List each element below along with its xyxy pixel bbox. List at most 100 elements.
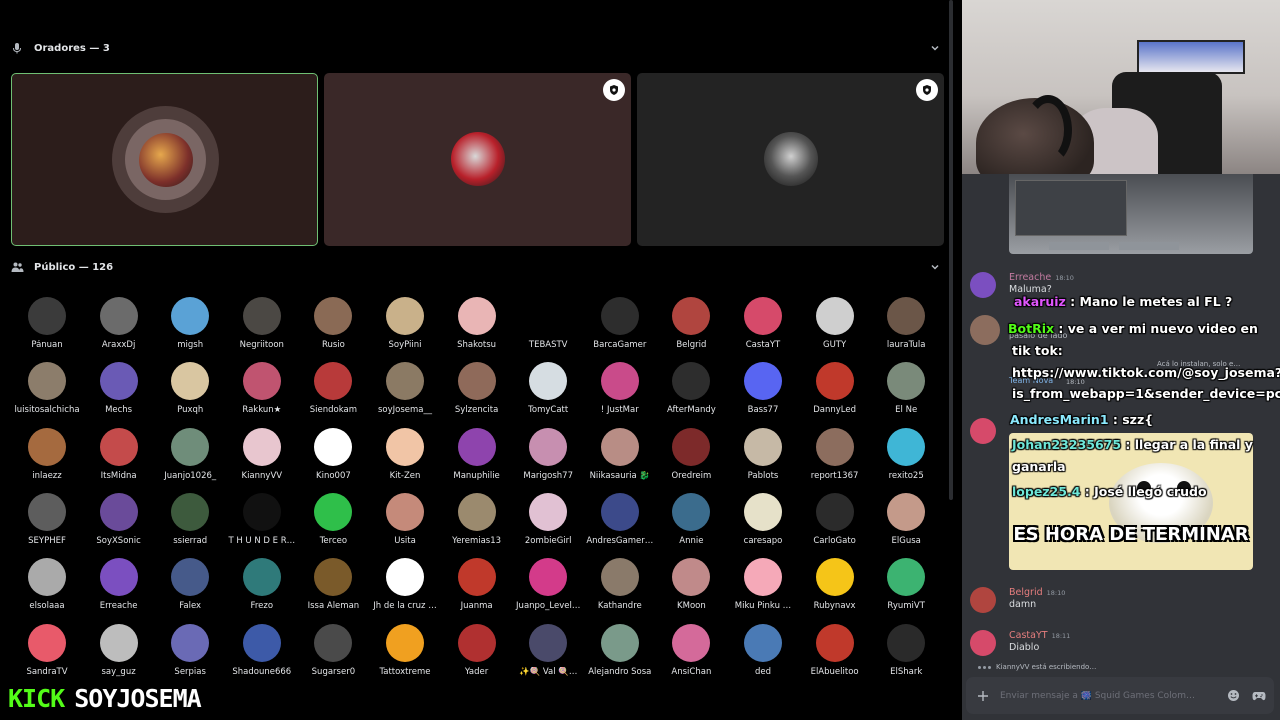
avatar[interactable]: [28, 623, 66, 662]
audience-member[interactable]: SoyPiini: [369, 297, 441, 350]
avatar[interactable]: [242, 427, 281, 466]
avatar[interactable]: [600, 427, 639, 466]
audience-member[interactable]: Shakotsu: [441, 297, 513, 350]
audience-member[interactable]: soyJosema__: [369, 362, 441, 415]
avatar[interactable]: [457, 492, 496, 531]
avatar[interactable]: [171, 427, 210, 466]
avatar[interactable]: [529, 362, 568, 401]
avatar[interactable]: [171, 623, 210, 662]
avatar[interactable]: [314, 623, 353, 662]
audience-member[interactable]: AraxxDj: [83, 297, 155, 350]
avatar[interactable]: [457, 558, 496, 597]
avatar[interactable]: [887, 297, 926, 335]
audience-member[interactable]: Pablots: [727, 427, 799, 481]
audience-member[interactable]: AnsiChan: [655, 623, 727, 677]
avatar[interactable]: [672, 427, 711, 466]
avatar[interactable]: [314, 427, 353, 466]
chevron-down-icon[interactable]: [929, 42, 941, 54]
avatar[interactable]: [887, 558, 926, 597]
audience-member[interactable]: Niikasauria 🐉: [584, 427, 656, 481]
avatar[interactable]: [457, 427, 496, 466]
avatar[interactable]: [672, 362, 711, 401]
audience-member[interactable]: Kathandre: [584, 558, 656, 611]
audience-member[interactable]: Jh de la cruz …: [369, 558, 441, 611]
audience-member[interactable]: TomyCatt: [512, 362, 584, 415]
chevron-down-icon[interactable]: [929, 261, 941, 273]
avatar[interactable]: [457, 362, 496, 401]
avatar[interactable]: [887, 427, 926, 466]
avatar[interactable]: [28, 297, 66, 335]
chat-image-attachment[interactable]: [1009, 174, 1253, 254]
avatar[interactable]: [457, 623, 496, 662]
audience-member[interactable]: Yader: [441, 623, 513, 677]
audience-member[interactable]: Rusio: [297, 297, 369, 350]
audience-member[interactable]: migsh: [154, 297, 226, 350]
audience-member[interactable]: T H U N D E R…: [226, 492, 298, 546]
avatar[interactable]: [171, 362, 210, 401]
audience-member[interactable]: GUTY: [799, 297, 871, 350]
avatar[interactable]: [386, 362, 424, 401]
audience-section-header[interactable]: Público — 126: [10, 255, 945, 279]
audience-member[interactable]: Pánuan: [11, 297, 83, 350]
audience-member[interactable]: ded: [727, 623, 799, 677]
avatar[interactable]: [744, 492, 782, 531]
avatar[interactable]: [529, 427, 568, 466]
avatar[interactable]: [529, 558, 568, 597]
avatar[interactable]: [314, 558, 353, 597]
avatar[interactable]: [887, 362, 926, 401]
avatar[interactable]: [744, 623, 782, 662]
message-input[interactable]: [1000, 690, 1222, 701]
audience-member[interactable]: caresapo: [727, 492, 799, 546]
audience-member[interactable]: Usita: [369, 492, 441, 546]
avatar[interactable]: [99, 492, 138, 531]
avatar[interactable]: [242, 297, 281, 335]
message-author[interactable]: Erreache 18:10: [1009, 272, 1074, 283]
audience-member[interactable]: BarcaGamer: [584, 297, 656, 350]
avatar[interactable]: [171, 297, 210, 335]
audience-member[interactable]: RyumiVT: [870, 558, 942, 611]
audience-member[interactable]: Alejandro Sosa: [584, 623, 656, 677]
audience-member[interactable]: Frezo: [226, 558, 298, 611]
avatar[interactable]: [600, 297, 639, 335]
audience-member[interactable]: SandraTV: [11, 623, 83, 677]
audience-member[interactable]: Mechs: [83, 362, 155, 415]
emoji-button[interactable]: [1222, 685, 1244, 707]
avatar[interactable]: [815, 558, 854, 597]
avatar[interactable]: [457, 297, 496, 335]
audience-member[interactable]: ! JustMar: [584, 362, 656, 415]
avatar[interactable]: [171, 558, 210, 597]
audience-member[interactable]: ✨🍭 Val 🍭…: [512, 623, 584, 677]
avatar[interactable]: [386, 492, 424, 531]
avatar[interactable]: [314, 492, 353, 531]
audience-member[interactable]: AfterMandy: [655, 362, 727, 415]
audience-member[interactable]: elsolaaa: [11, 558, 83, 611]
avatar[interactable]: [764, 132, 818, 186]
avatar[interactable]: [99, 427, 138, 466]
avatar[interactable]: [28, 558, 66, 597]
avatar[interactable]: [815, 297, 854, 335]
audience-member[interactable]: say_guz: [83, 623, 155, 677]
avatar[interactable]: [28, 362, 66, 401]
speaker-tile[interactable]: [637, 73, 944, 246]
avatar[interactable]: [970, 315, 1000, 345]
audience-member[interactable]: Rubynavx: [799, 558, 871, 611]
avatar[interactable]: [529, 623, 568, 662]
avatar[interactable]: [970, 587, 996, 613]
avatar[interactable]: [600, 558, 639, 597]
avatar[interactable]: [99, 558, 138, 597]
audience-member[interactable]: Siendokam: [297, 362, 369, 415]
audience-member[interactable]: report1367: [799, 427, 871, 481]
avatar[interactable]: [242, 558, 281, 597]
avatar[interactable]: [139, 133, 193, 187]
audience-member[interactable]: Juanpo_Level…: [512, 558, 584, 611]
avatar[interactable]: [815, 362, 854, 401]
audience-member[interactable]: Rakkun★: [226, 362, 298, 415]
add-attachment-button[interactable]: [966, 677, 1000, 714]
audience-member[interactable]: Yeremias13: [441, 492, 513, 546]
audience-member[interactable]: Manuphilie: [441, 427, 513, 481]
audience-member[interactable]: Bass77: [727, 362, 799, 415]
avatar[interactable]: [815, 492, 854, 531]
audience-member[interactable]: SEYPHEF: [11, 492, 83, 546]
audience-member[interactable]: ssierrad: [154, 492, 226, 546]
avatar[interactable]: [99, 623, 138, 662]
